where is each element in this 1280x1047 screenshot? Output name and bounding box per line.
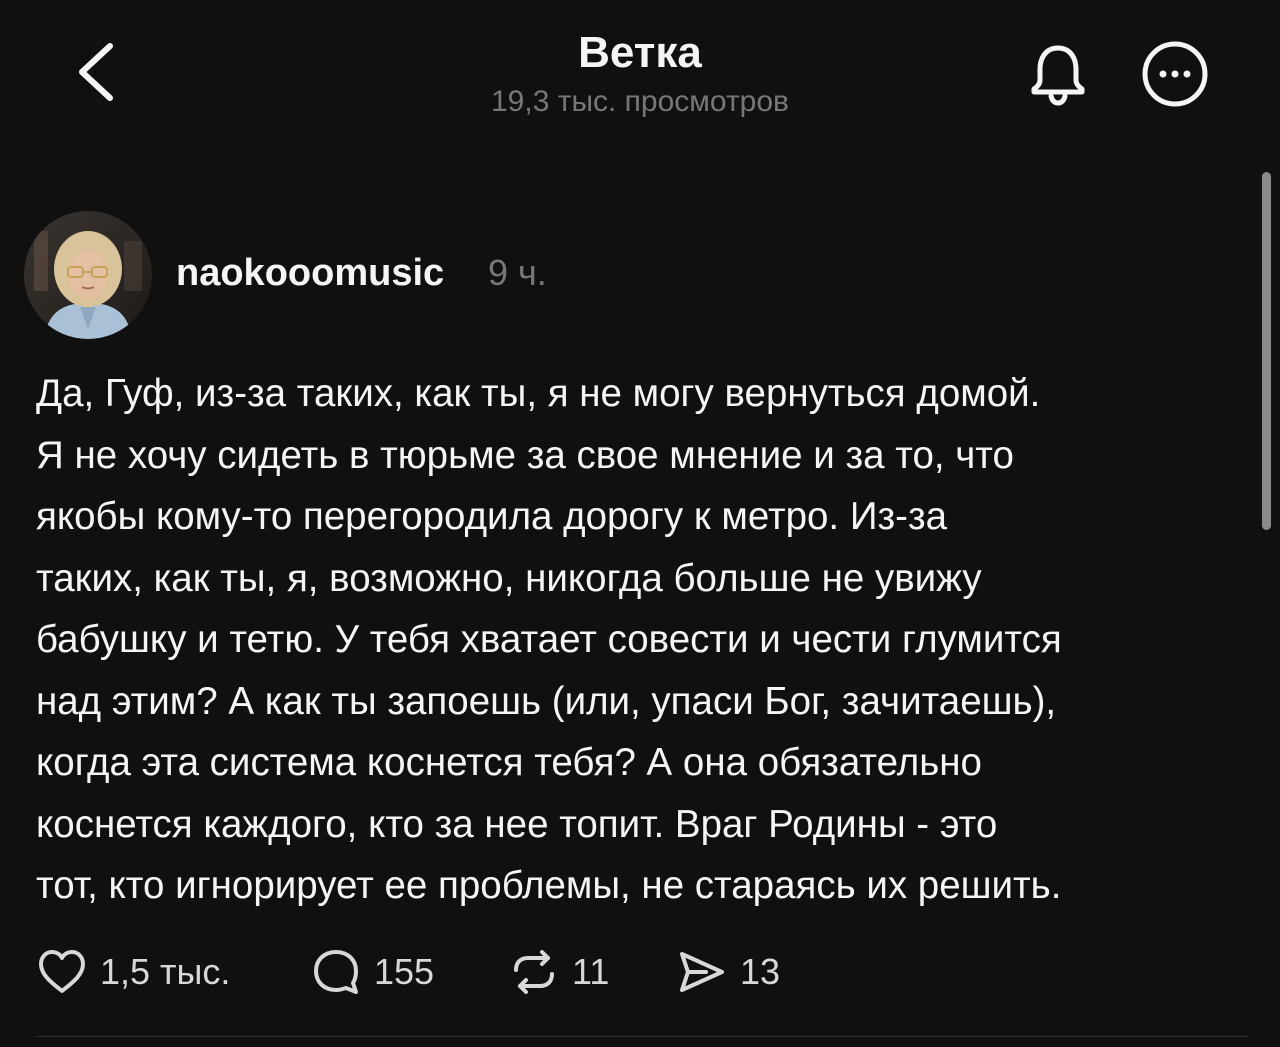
more-horizontal-icon (1142, 41, 1208, 107)
post-text-line: коснется каждого, кто за нее топит. Враг… (36, 802, 998, 846)
like-button[interactable]: 1,5 тыс. (36, 942, 230, 1002)
page-title: Ветка (578, 28, 702, 77)
author-username[interactable]: naokooomusic (176, 249, 444, 297)
post-text-line: тот, кто игнорирует ее проблемы, не стар… (36, 864, 1062, 907)
send-icon (680, 952, 724, 992)
post-text-line: таких, как ты, я, возможно, никогда боль… (36, 556, 982, 600)
repost-icon (514, 950, 554, 994)
comment-icon (314, 950, 358, 994)
post-actions: 1,5 тыс. 155 11 13 (36, 942, 936, 1002)
thread-header: Ветка 19,3 тыс. просмотров (0, 0, 1280, 150)
like-count: 1,5 тыс. (100, 951, 231, 992)
notifications-button[interactable] (1022, 38, 1094, 110)
post-timestamp: 9 ч. (488, 252, 547, 293)
avatar-image (24, 211, 152, 339)
reply-count: 155 (374, 951, 435, 992)
post-text-line: якобы кому-то перегородила дорогу к метр… (36, 495, 948, 538)
heart-icon (39, 950, 85, 993)
reply-button[interactable]: 155 (310, 942, 434, 1002)
bell-icon (1031, 45, 1085, 106)
repost-button[interactable]: 11 (508, 942, 609, 1002)
header-title-block: Ветка 19,3 тыс. просмотров (390, 26, 890, 122)
views-count: 19,3 тыс. просмотров (490, 85, 789, 118)
back-button[interactable] (66, 38, 130, 106)
repost-count: 11 (572, 951, 610, 992)
post-author-row: naokooomusic 9 ч. (24, 211, 1224, 339)
post-text-line: бабушку и тетю. У тебя хватает совести и… (36, 618, 1062, 661)
chevron-left-icon (79, 43, 113, 101)
scrollbar[interactable] (1262, 172, 1271, 530)
post-text-line: Да, Гуф, из-за таких, как ты, я не могу … (36, 372, 1041, 415)
post-text: Да, Гуф, из-за таких, как ты, я не могу … (36, 363, 1248, 917)
post-text-line: над этим? А как ты запоешь (или, упаси Б… (36, 679, 1057, 723)
post-text-line: Я не хочу сидеть в тюрьме за свое мнение… (36, 433, 1014, 477)
post-text-line: когда эта система коснется тебя? А она о… (36, 741, 982, 784)
more-options-button[interactable] (1139, 38, 1211, 110)
share-button[interactable]: 13 (676, 942, 780, 1002)
avatar[interactable] (24, 211, 152, 339)
share-count: 13 (740, 951, 781, 992)
divider (36, 1036, 1248, 1037)
